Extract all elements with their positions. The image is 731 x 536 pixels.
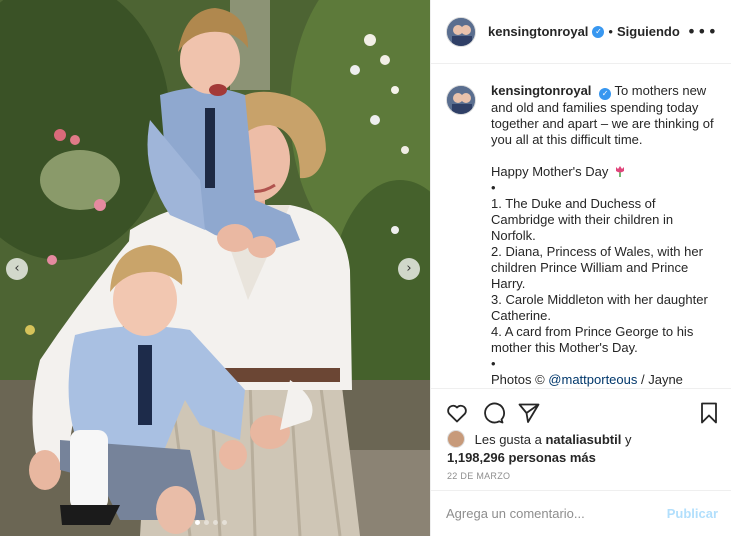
- caption-bullet: •: [491, 356, 496, 371]
- caption-avatar[interactable]: [446, 85, 476, 115]
- carousel-dot: [213, 520, 218, 525]
- follow-status-button[interactable]: Siguiendo: [617, 24, 680, 39]
- avatar[interactable]: [446, 16, 476, 47]
- verified-badge-icon: ✓: [592, 25, 605, 38]
- photographer-mention-link[interactable]: @mattporteous: [548, 372, 637, 387]
- likes-count-link[interactable]: 1,198,296 personas más: [447, 450, 717, 466]
- liker-avatar[interactable]: [447, 430, 465, 448]
- comment-form: Publicar: [431, 490, 731, 536]
- caption-greeting: Happy Mother's Day: [491, 164, 609, 179]
- caption-item-1: 1. The Duke and Duchess of Cambridge wit…: [491, 196, 674, 243]
- carousel-dot: [204, 520, 209, 525]
- carousel-next-button[interactable]: ›: [398, 258, 420, 280]
- liker-username[interactable]: nataliasubtil: [545, 432, 621, 447]
- photo-credit-suffix: / Jayne: [637, 372, 683, 387]
- caption-item-2: 2. Diana, Princess of Wales, with her ch…: [491, 244, 703, 291]
- paper-plane-icon[interactable]: [517, 401, 541, 425]
- photo-credit-label: Photos ©: [491, 372, 545, 387]
- likes-summary: Les gusta a nataliasubtil y 1,198,296 pe…: [447, 430, 717, 466]
- carousel-dot: [222, 520, 227, 525]
- carousel-indicator: [195, 520, 227, 525]
- action-bar: [431, 388, 731, 436]
- comment-icon[interactable]: [481, 401, 505, 425]
- instagram-post: ‹ › kensingtonroyal ✓ • Siguiendo ••• ke…: [0, 0, 731, 536]
- caption-bullet: •: [491, 180, 496, 195]
- caption-section: kensingtonroyal ✓ To mothers new and old…: [431, 65, 731, 388]
- bookmark-icon[interactable]: [697, 401, 721, 425]
- post-header: kensingtonroyal ✓ • Siguiendo •••: [431, 0, 731, 64]
- header-separator: •: [608, 24, 613, 39]
- caption-item-4: 4. A card from Prince George to his moth…: [491, 324, 694, 355]
- post-date[interactable]: 22 DE MARZO: [447, 471, 510, 481]
- post-photo[interactable]: ‹ ›: [0, 0, 430, 536]
- header-username[interactable]: kensingtonroyal: [488, 24, 588, 39]
- avatar-image: [447, 17, 475, 46]
- likes-prefix: Les gusta a: [474, 432, 542, 447]
- heart-icon[interactable]: [445, 401, 469, 425]
- likes-connector: y: [624, 432, 632, 447]
- avatar-image: [447, 86, 475, 114]
- publish-button[interactable]: Publicar: [667, 506, 718, 521]
- post-side-panel: kensingtonroyal ✓ • Siguiendo ••• kensin…: [430, 0, 731, 536]
- caption-username[interactable]: kensingtonroyal: [491, 83, 591, 98]
- carousel-prev-button[interactable]: ‹: [6, 258, 28, 280]
- verified-badge-icon: ✓: [599, 88, 612, 100]
- carousel-dot: [195, 520, 200, 525]
- family-photo: [0, 0, 430, 536]
- tulip-icon: [616, 166, 624, 177]
- caption-item-3: 3. Carole Middleton with her daughter Ca…: [491, 292, 708, 323]
- caption-text: kensingtonroyal ✓ To mothers new and old…: [491, 83, 716, 388]
- more-options-icon[interactable]: •••: [687, 22, 718, 41]
- comment-input[interactable]: [446, 506, 667, 521]
